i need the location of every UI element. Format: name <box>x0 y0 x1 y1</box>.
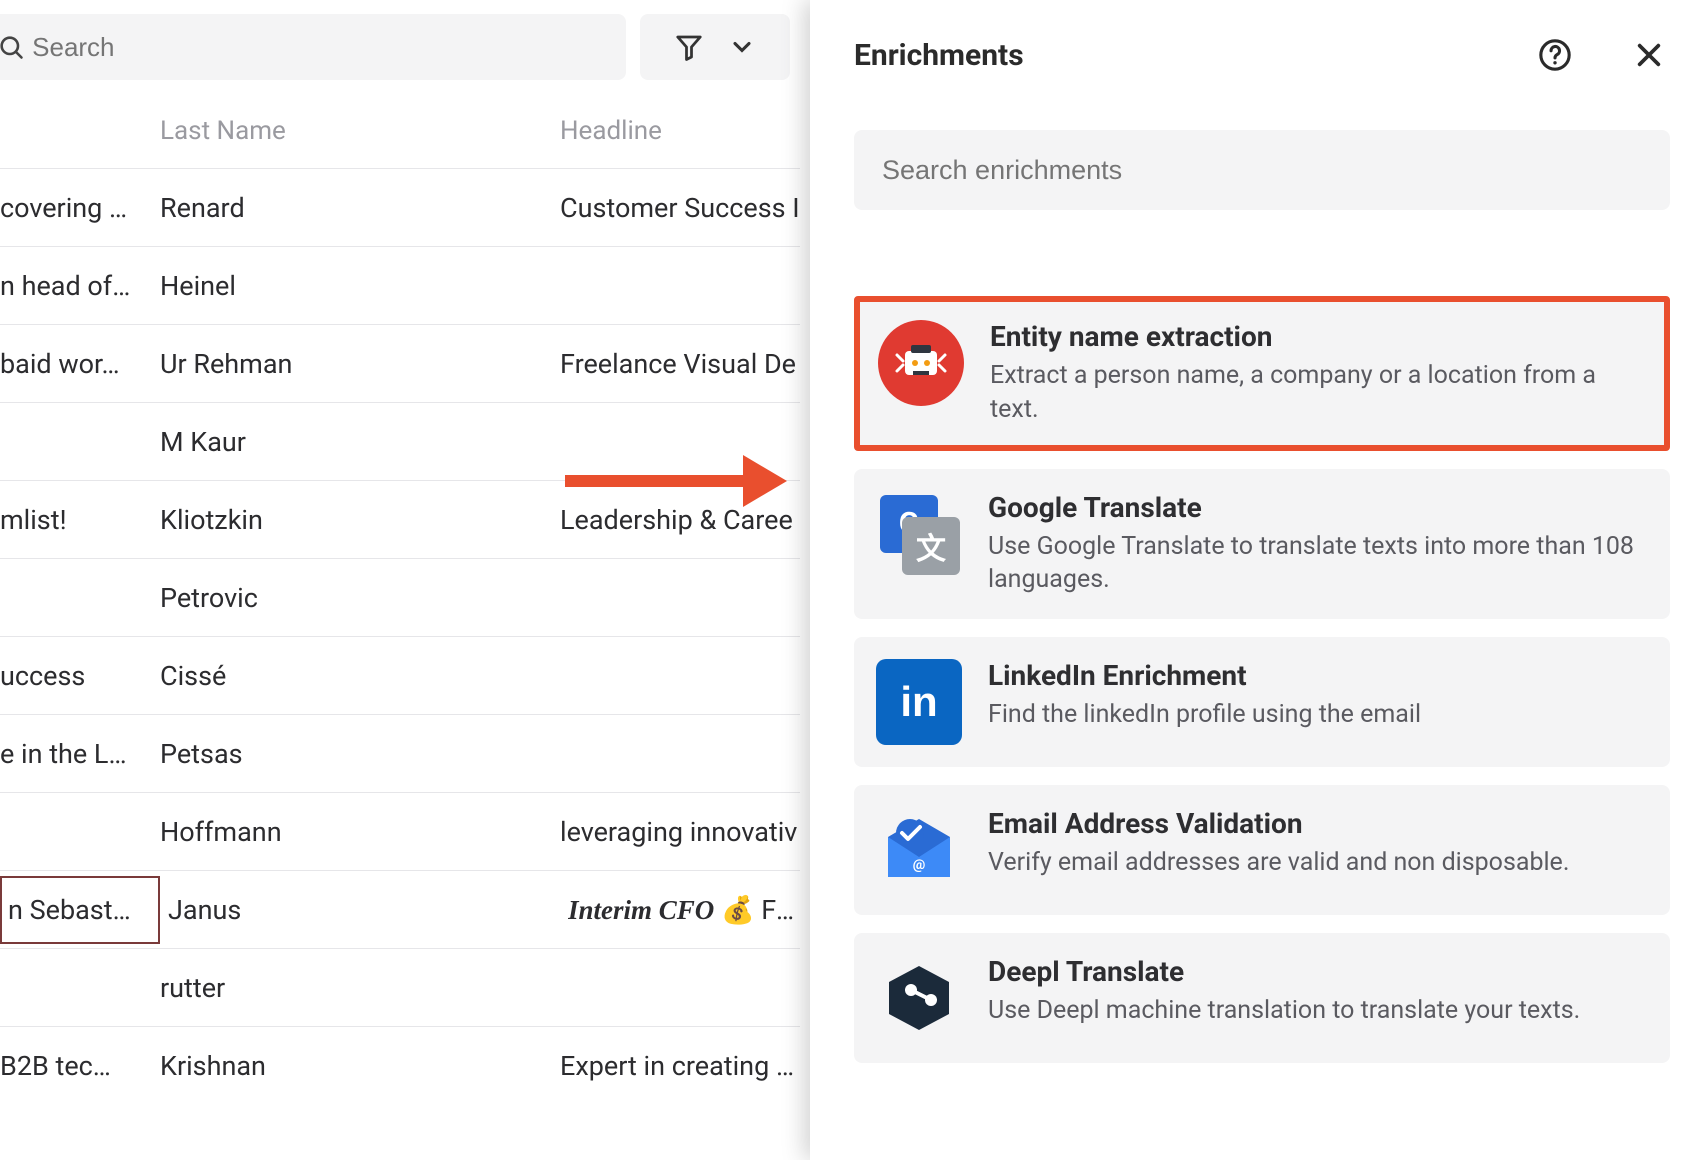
search-input-wrap[interactable] <box>0 14 626 80</box>
left-pane: Last Name Headline covering … Renard Cus… <box>0 0 800 1160</box>
active-cell[interactable]: n Sebast… <box>0 876 160 944</box>
table-body: covering … Renard Customer Success I n h… <box>0 168 800 1104</box>
funnel-icon <box>674 32 704 62</box>
filter-button[interactable] <box>640 14 790 80</box>
search-input[interactable] <box>32 32 616 63</box>
card-google-translate[interactable]: G文 Google Translate Use Google Translate… <box>854 469 1670 620</box>
col-header-headline[interactable]: Headline <box>560 116 800 146</box>
enrichment-search-wrap[interactable] <box>854 130 1670 210</box>
card-deepl-translate[interactable]: Deepl Translate Use Deepl machine transl… <box>854 933 1670 1063</box>
table-row[interactable]: Hoffmann leveraging innovativ <box>0 792 800 870</box>
table-row[interactable]: n head of… Heinel <box>0 246 800 324</box>
card-entity-name-extraction[interactable]: Entity name extraction Extract a person … <box>854 296 1670 451</box>
table-row[interactable]: n Sebast… Janus Interim CFO 💰 Fou <box>0 870 800 948</box>
close-button[interactable] <box>1628 34 1670 76</box>
svg-text:@: @ <box>913 857 926 873</box>
google-translate-icon: G文 <box>876 491 962 577</box>
enrichments-panel: Enrichments Entity name extraction <box>810 0 1700 1160</box>
card-email-validation[interactable]: @ Email Address Validation Verify email … <box>854 785 1670 915</box>
card-desc: Extract a person name, a company or a lo… <box>990 359 1646 427</box>
deepl-icon <box>876 955 962 1041</box>
enrichment-search-input[interactable] <box>882 155 1642 186</box>
search-icon <box>0 31 26 63</box>
card-title: Deepl Translate <box>988 955 1648 988</box>
table-header: Last Name Headline <box>0 106 800 168</box>
panel-title: Enrichments <box>854 38 1534 73</box>
table-row[interactable]: rutter <box>0 948 800 1026</box>
table-row[interactable]: baid wor… Ur Rehman Freelance Visual De <box>0 324 800 402</box>
panel-header: Enrichments <box>854 34 1670 76</box>
table-row[interactable]: e in the L… Petsas <box>0 714 800 792</box>
email-validate-icon: @ <box>876 807 962 893</box>
card-title: LinkedIn Enrichment <box>988 659 1648 692</box>
headline-suffix: 💰 Fou <box>714 894 800 926</box>
card-desc: Use Deepl machine translation to transla… <box>988 994 1648 1028</box>
table-row[interactable]: covering … Renard Customer Success I <box>0 168 800 246</box>
enrichment-list: Entity name extraction Extract a person … <box>854 296 1670 1063</box>
headline-prefix: Interim CFO <box>568 895 714 925</box>
table-row[interactable]: Petrovic <box>0 558 800 636</box>
chevron-down-icon <box>728 33 756 61</box>
table-row[interactable]: uccess Cissé <box>0 636 800 714</box>
linkedin-icon: in <box>876 659 962 745</box>
card-title: Email Address Validation <box>988 807 1648 840</box>
card-desc: Find the linkedIn profile using the emai… <box>988 698 1648 732</box>
toolbar <box>0 0 800 106</box>
card-desc: Verify email addresses are valid and non… <box>988 846 1648 880</box>
col-header-a[interactable] <box>0 116 160 146</box>
annotation-arrow-icon <box>565 455 787 507</box>
card-linkedin-enrichment[interactable]: in LinkedIn Enrichment Find the linkedIn… <box>854 637 1670 767</box>
robot-icon <box>878 320 964 406</box>
card-title: Entity name extraction <box>990 320 1646 353</box>
col-header-lastname[interactable]: Last Name <box>160 116 560 146</box>
card-desc: Use Google Translate to translate texts … <box>988 530 1648 598</box>
table-row[interactable]: B2B tec… Krishnan Expert in creating B2 <box>0 1026 800 1104</box>
card-title: Google Translate <box>988 491 1648 524</box>
help-button[interactable] <box>1534 34 1576 76</box>
